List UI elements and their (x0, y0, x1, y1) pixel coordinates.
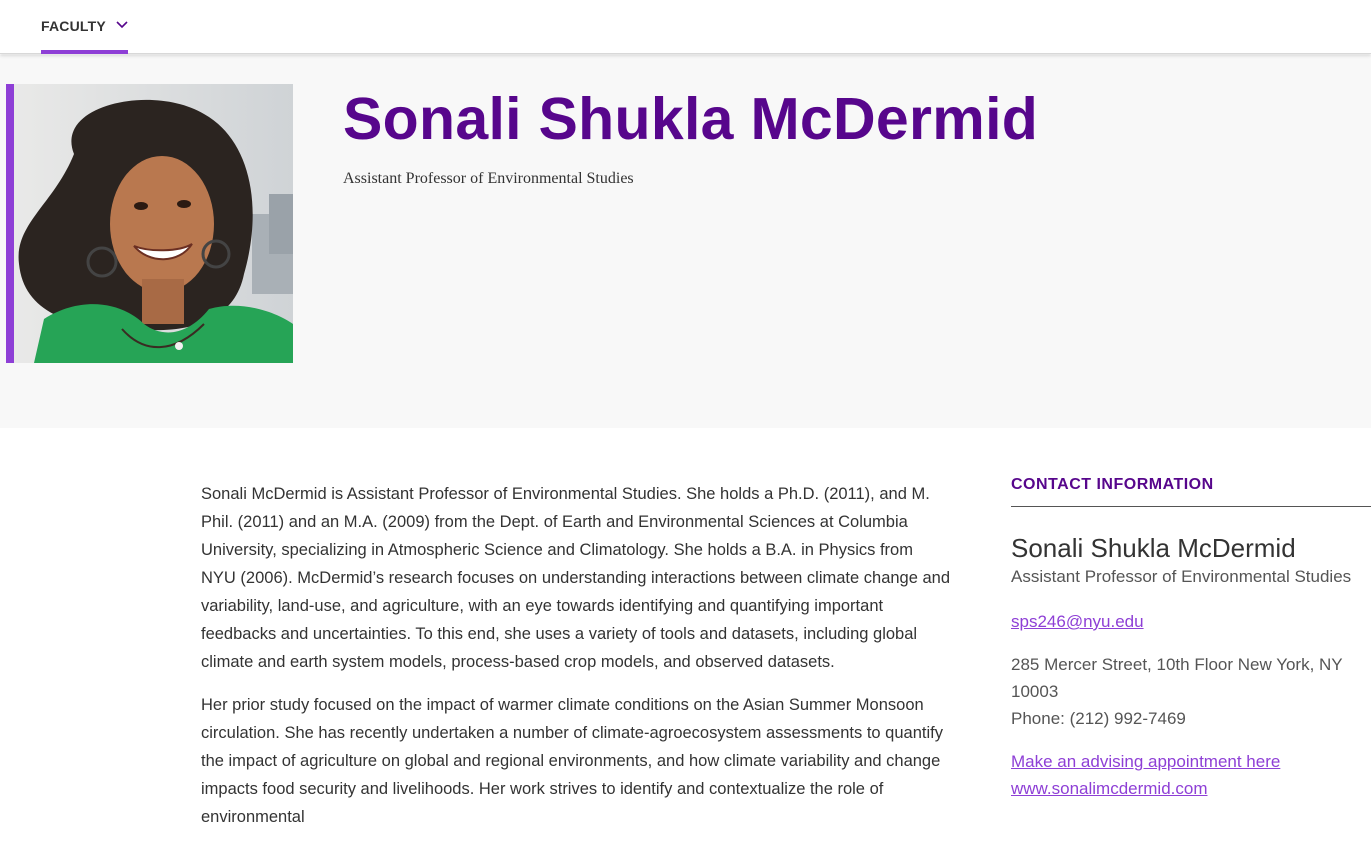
advising-appointment-link[interactable]: Make an advising appointment here (1011, 748, 1371, 775)
bio-paragraph-2: Her prior study focused on the impact of… (201, 696, 943, 826)
photo-accent-bar (6, 84, 14, 363)
contact-role: Assistant Professor of Environmental Stu… (1011, 567, 1352, 586)
nav-faculty-label: FACULTY (41, 17, 106, 34)
profile-photo (14, 84, 293, 363)
nav-faculty-dropdown[interactable]: FACULTY (41, 0, 128, 54)
contact-address-block: 285 Mercer Street, 10th Floor New York, … (1011, 651, 1371, 732)
chevron-down-icon (116, 16, 128, 34)
bio-paragraph-1: Sonali McDermid is Assistant Professor o… (201, 485, 951, 671)
personal-website-link[interactable]: www.sonalimcdermid.com (1011, 775, 1371, 802)
contact-information: CONTACT INFORMATION Sonali Shukla McDerm… (1011, 476, 1371, 802)
biography: Sonali McDermid is Assistant Professor o… (201, 480, 951, 846)
profile-hero: Sonali Shukla McDermid Assistant Profess… (0, 55, 1371, 428)
contact-heading: CONTACT INFORMATION (1011, 476, 1371, 507)
contact-phone: Phone: (212) 992-7469 (1011, 709, 1186, 728)
profile-role: Assistant Professor of Environmental Stu… (343, 170, 634, 187)
email-link[interactable]: sps246@nyu.edu (1011, 609, 1371, 635)
nav-active-indicator (41, 50, 128, 54)
contact-address: 285 Mercer Street, 10th Floor New York, … (1011, 655, 1343, 701)
contact-links: Make an advising appointment here www.so… (1011, 748, 1371, 802)
contact-name: Sonali Shukla McDermid (1011, 533, 1296, 563)
top-navigation: FACULTY (0, 0, 1371, 54)
page-title: Sonali Shukla McDermid (343, 86, 1039, 152)
